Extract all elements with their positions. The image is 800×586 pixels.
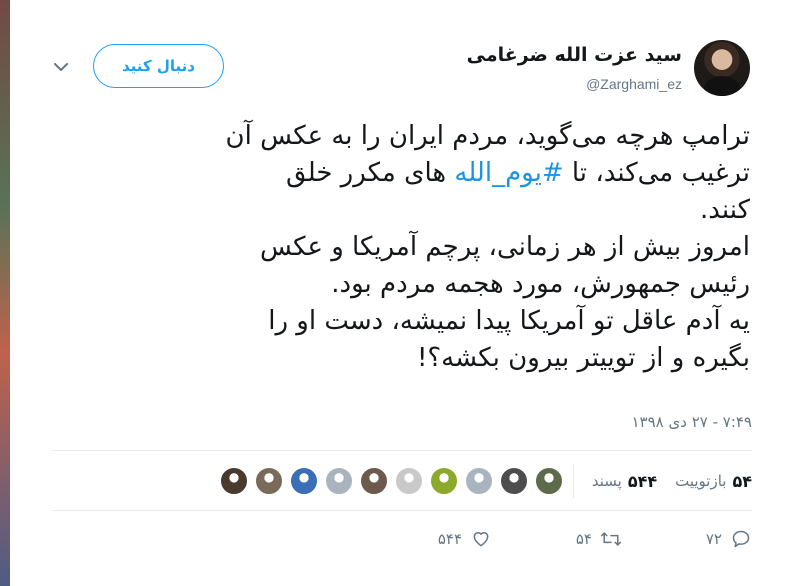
retweet-button[interactable]: ۵۴ [492, 528, 622, 550]
liker-avatar[interactable] [254, 467, 283, 495]
divider [52, 510, 752, 511]
likes-stat[interactable]: ۵۴۴ پسند [592, 472, 657, 491]
tweet-header: سید عزت الله ضرغامی @Zarghami_ez دنبال ک… [20, 34, 800, 104]
tweet-line: یه آدم عاقل تو آمریکا پیدا نمیشه، دست او… [268, 306, 750, 336]
divider [52, 450, 752, 451]
tweet-card: سید عزت الله ضرغامی @Zarghami_ez دنبال ک… [20, 0, 800, 586]
liker-avatar[interactable] [219, 467, 248, 495]
liker-avatar[interactable] [394, 467, 423, 495]
hashtag-link[interactable]: #یوم_الله [454, 158, 563, 188]
like-count: ۵۴۴ [437, 530, 462, 548]
liker-avatar[interactable] [359, 467, 388, 495]
retweet-icon [600, 528, 622, 550]
user-handle[interactable]: @Zarghami_ez [586, 76, 682, 92]
liker-avatar[interactable] [499, 467, 528, 495]
retweets-label: بازتوییت [675, 472, 727, 490]
liker-avatar[interactable] [289, 467, 318, 495]
display-name[interactable]: سید عزت الله ضرغامی [467, 44, 682, 66]
tweet-actions: ۷۲ ۵۴ ۵۴۴ [362, 528, 752, 550]
follow-button[interactable]: دنبال کنید [93, 44, 224, 88]
tweet-line: امروز بیش از هر زمانی، پرچم آمریکا و عکس [259, 232, 750, 262]
heart-icon [470, 528, 492, 550]
retweet-count: ۵۴ [575, 530, 592, 548]
liker-avatar[interactable] [429, 467, 458, 495]
tweet-line: کنند. [700, 195, 750, 225]
tweet-line: بگیره و از توییتر بیرون بکشه؟! [416, 343, 750, 373]
tweet-stats: ۵۴ بازتوییت ۵۴۴ پسند [213, 464, 752, 498]
retweets-stat[interactable]: ۵۴ بازتوییت [675, 472, 752, 491]
retweets-count: ۵۴ [732, 471, 752, 491]
stats-separator [572, 464, 574, 498]
liker-avatar[interactable] [324, 467, 353, 495]
background-edge [0, 0, 10, 586]
reply-icon [730, 528, 752, 550]
likes-label: پسند [591, 472, 622, 490]
liker-avatar[interactable] [464, 467, 493, 495]
reply-button[interactable]: ۷۲ [622, 528, 752, 550]
like-button[interactable]: ۵۴۴ [362, 528, 492, 550]
tweet-text: ترامپ هرچه می‌گوید، مردم ایران را به عکس… [75, 118, 751, 377]
reply-count: ۷۲ [705, 530, 722, 548]
liker-avatar[interactable] [534, 467, 563, 495]
likes-count: ۵۴۴ [627, 471, 658, 491]
avatar[interactable] [694, 40, 750, 96]
tweet-text-segment: های مکرر خلق [286, 158, 455, 188]
tweet-line: رئیس جمهورش، مورد هجمه مردم بود. [331, 269, 750, 299]
tweet-line: ترامپ هرچه می‌گوید، مردم ایران را به عکس… [225, 121, 751, 151]
chevron-down-icon[interactable] [52, 58, 70, 76]
likers-avatars [213, 467, 563, 495]
tweet-line: ترغیب می‌کند، تا #یوم_الله های مکرر خلق [75, 155, 750, 192]
tweet-timestamp[interactable]: ۷:۴۹ - ۲۷ دی ۱۳۹۸ [631, 413, 752, 431]
tweet-text-segment: ترغیب می‌کند، تا [563, 158, 750, 188]
